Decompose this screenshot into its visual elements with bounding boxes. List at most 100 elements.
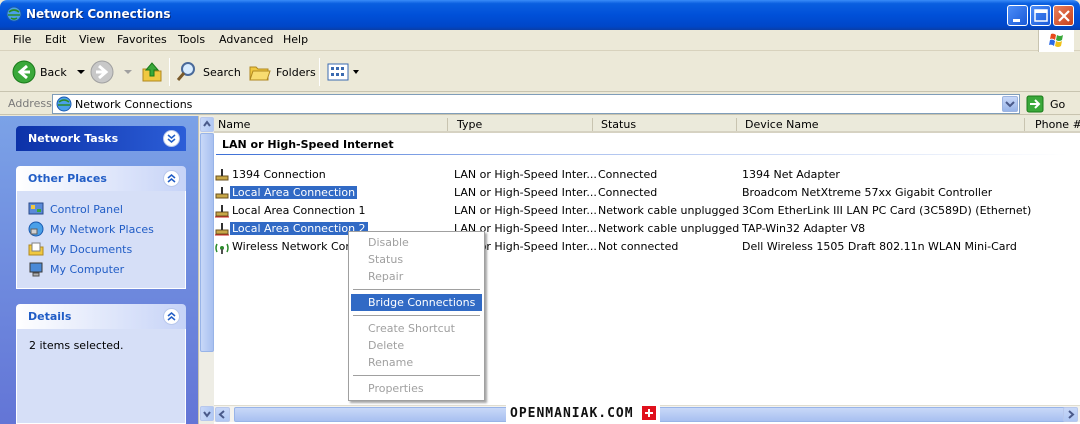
up-folder-button[interactable] [140, 58, 164, 86]
menu-item-properties[interactable]: Properties [351, 380, 482, 397]
table-row[interactable]: Wireless Network Connection LAN or High-… [214, 238, 1080, 256]
table-row[interactable]: Local Area Connection LAN or High-Speed … [214, 184, 1080, 202]
chevron-down-icon[interactable] [122, 68, 134, 76]
column-device-name[interactable]: Device Name [745, 118, 819, 131]
link-my-computer[interactable]: My Computer [28, 261, 124, 277]
scroll-right-button[interactable] [1063, 407, 1078, 422]
address-input[interactable]: Network Connections [52, 94, 1020, 114]
connections-list[interactable]: Name Type Status Device Name Phone # LAN… [214, 116, 1080, 424]
collapse-button[interactable] [163, 170, 180, 187]
connection-status: Connected [598, 186, 658, 199]
title-bar[interactable]: Network Connections [0, 0, 1080, 30]
column-status[interactable]: Status [601, 118, 636, 131]
swiss-flag-icon [641, 406, 656, 420]
column-phone[interactable]: Phone # [1035, 118, 1080, 131]
connection-device: TAP-Win32 Adapter V8 [742, 222, 866, 235]
menu-edit[interactable]: Edit [45, 33, 66, 46]
wireless-connection-icon [215, 243, 229, 254]
column-separator[interactable] [447, 118, 448, 131]
scroll-down-button[interactable] [200, 406, 214, 421]
toolbar: Back Search Folders [0, 52, 1080, 92]
menu-item-bridge-connections[interactable]: Bridge Connections [351, 294, 482, 311]
minimize-icon [1013, 19, 1020, 22]
column-separator[interactable] [736, 118, 737, 131]
network-tasks-panel: Network Tasks [16, 126, 186, 151]
menu-item-rename[interactable]: Rename [351, 354, 482, 371]
menu-bar: File Edit View Favorites Tools Advanced … [0, 30, 1080, 51]
column-separator[interactable] [592, 118, 593, 131]
network-tasks-header[interactable]: Network Tasks [16, 126, 186, 151]
table-row[interactable]: 1394 Connection LAN or High-Speed Inter.… [214, 166, 1080, 184]
column-name[interactable]: Name [218, 118, 250, 131]
menu-advanced[interactable]: Advanced [219, 33, 273, 46]
connection-type: LAN or High-Speed Inter... [454, 204, 597, 217]
collapse-button[interactable] [163, 308, 180, 325]
lan-connection-icon [215, 223, 229, 236]
go-label: Go [1050, 97, 1066, 111]
column-header: Name Type Status Device Name Phone # [214, 116, 1080, 133]
other-places-header[interactable]: Other Places [16, 166, 186, 191]
other-places-title: Other Places [28, 172, 107, 185]
watermark-text: OPENMANIAK.COM [510, 405, 634, 421]
connection-status: Network cable unplugged [598, 204, 740, 217]
maximize-button[interactable] [1030, 5, 1051, 26]
scroll-left-button[interactable] [215, 407, 230, 422]
chevron-up-icon [203, 120, 211, 127]
windows-flag-icon [1049, 33, 1063, 47]
chevron-left-icon [218, 410, 225, 419]
chevron-down-icon[interactable] [75, 68, 87, 76]
link-my-documents[interactable]: My Documents [28, 241, 132, 257]
chevron-right-icon [1068, 410, 1075, 419]
menu-separator [353, 289, 480, 290]
link-label: My Computer [50, 262, 125, 276]
expand-button[interactable] [163, 130, 180, 147]
column-separator[interactable] [1024, 118, 1025, 131]
address-dropdown-button[interactable] [1002, 96, 1018, 112]
menu-view[interactable]: View [79, 33, 105, 46]
views-button[interactable] [326, 58, 360, 86]
folders-button[interactable]: Folders [248, 58, 316, 86]
link-label: Control Panel [50, 202, 123, 216]
column-type[interactable]: Type [457, 118, 482, 131]
close-button[interactable] [1053, 5, 1074, 26]
toolbar-separator [169, 58, 170, 86]
details-header[interactable]: Details [16, 304, 186, 329]
link-my-network-places[interactable]: My Network Places [28, 221, 154, 237]
details-body: 2 items selected. [16, 329, 186, 424]
back-label: Back [40, 65, 67, 79]
toolbar-separator [319, 58, 320, 86]
menu-item-delete[interactable]: Delete [351, 337, 482, 354]
menu-help[interactable]: Help [283, 33, 308, 46]
chevron-down-icon[interactable] [352, 68, 360, 76]
link-control-panel[interactable]: Control Panel [28, 201, 123, 217]
menu-favorites[interactable]: Favorites [117, 33, 167, 46]
back-arrow-icon [12, 60, 36, 84]
forward-button[interactable] [90, 58, 134, 86]
back-button[interactable]: Back [12, 58, 87, 86]
scroll-thumb[interactable] [200, 133, 214, 352]
menu-item-status[interactable]: Status [351, 251, 482, 268]
folders-label: Folders [276, 65, 316, 79]
table-row[interactable]: Local Area Connection 1 LAN or High-Spee… [214, 202, 1080, 220]
go-arrow-icon [1026, 95, 1044, 113]
menu-item-repair[interactable]: Repair [351, 268, 482, 285]
watermark: OPENMANIAK.COM [506, 404, 660, 422]
connection-device: Broadcom NetXtreme 57xx Gigabit Controll… [742, 186, 993, 199]
lan-connection-icon [215, 205, 229, 218]
search-button[interactable]: Search [175, 58, 241, 86]
table-row[interactable]: Local Area Connection 2 LAN or High-Spee… [214, 220, 1080, 238]
menu-file[interactable]: File [13, 33, 31, 46]
menu-item-disable[interactable]: Disable [351, 234, 482, 251]
window-title: Network Connections [26, 7, 171, 21]
scroll-up-button[interactable] [200, 117, 214, 132]
menu-item-create-shortcut[interactable]: Create Shortcut [351, 320, 482, 337]
connection-name: Local Area Connection [230, 186, 358, 199]
menu-tools[interactable]: Tools [178, 33, 205, 46]
forward-arrow-icon [90, 60, 114, 84]
go-button[interactable]: Go [1026, 95, 1065, 113]
connection-status: Connected [598, 168, 658, 181]
vertical-scrollbar[interactable] [198, 116, 214, 424]
connection-device: 1394 Net Adapter [742, 168, 840, 181]
address-bar: Address Network Connections Go [0, 93, 1080, 115]
minimize-button[interactable] [1007, 5, 1028, 26]
